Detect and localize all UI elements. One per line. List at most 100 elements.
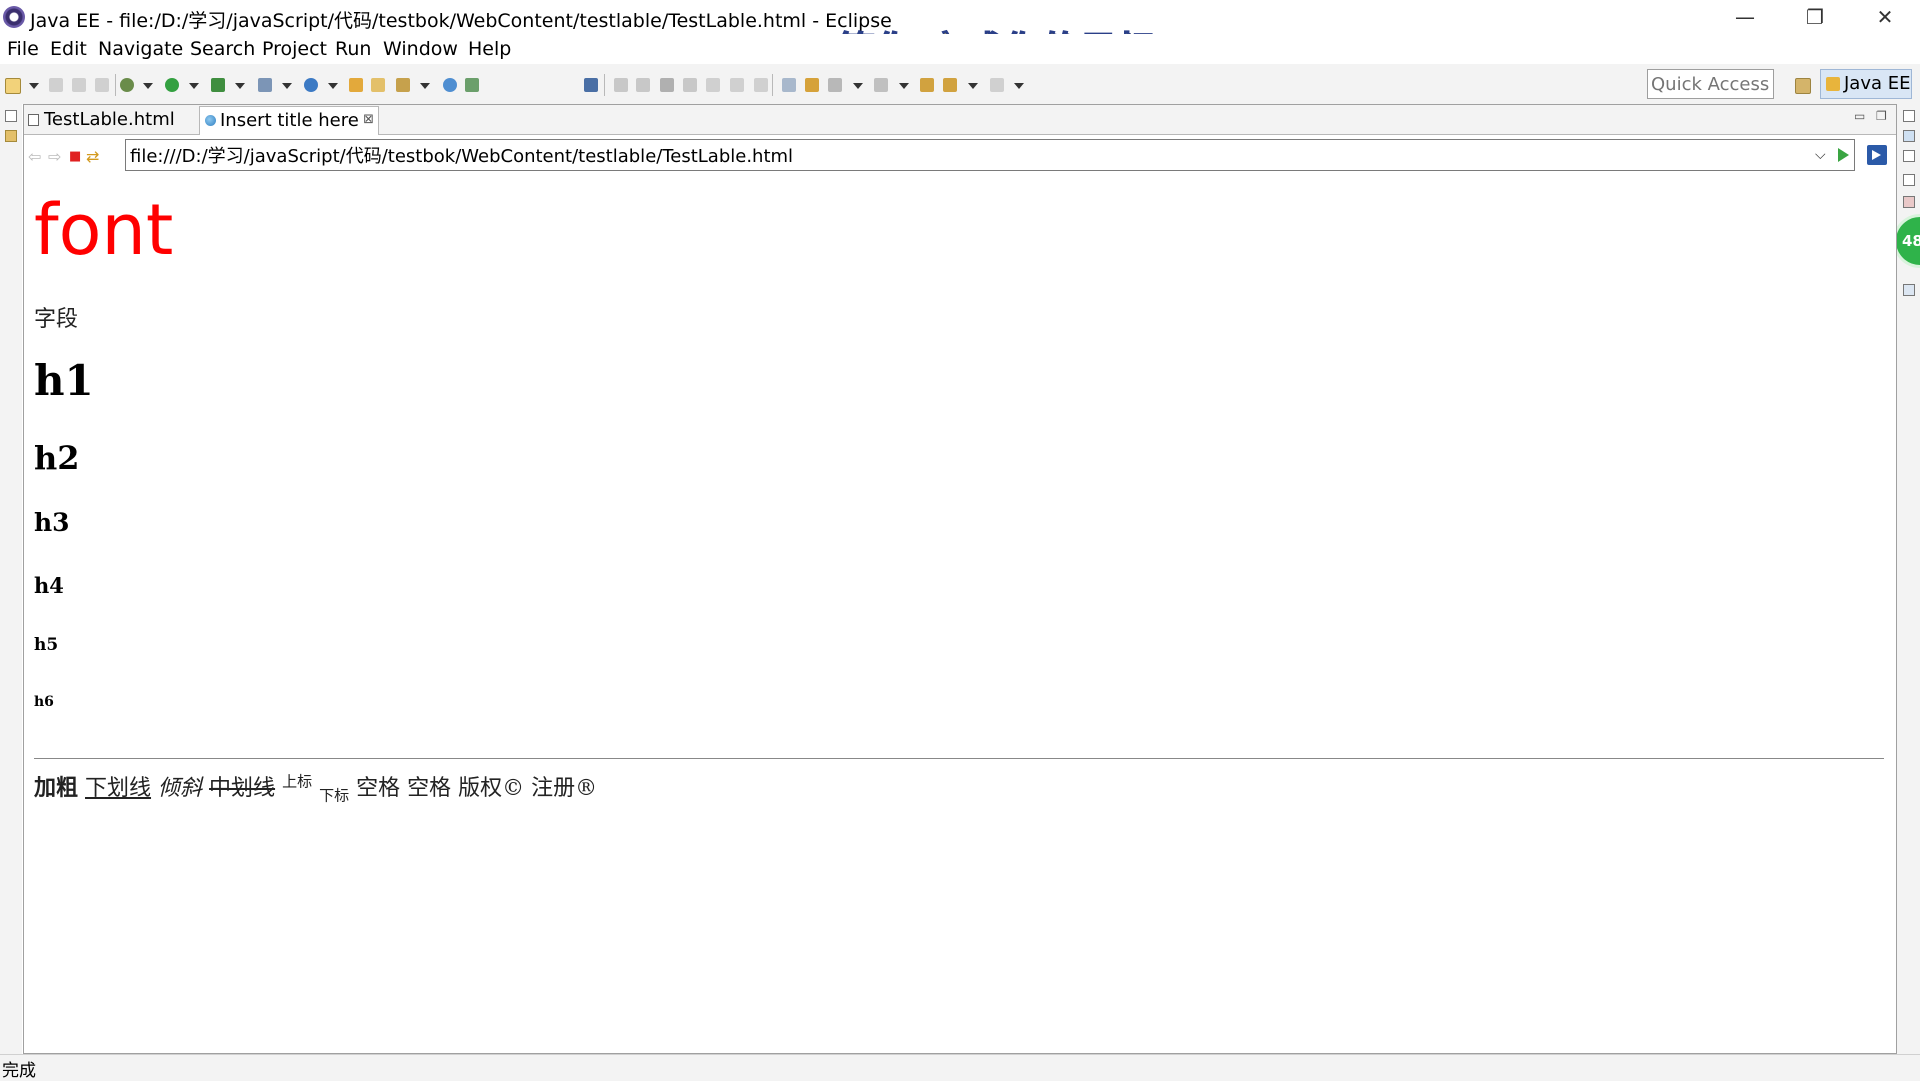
back-icon[interactable]: [920, 78, 934, 92]
menu-edit[interactable]: Edit: [50, 38, 87, 60]
subscript-text: 下标: [319, 786, 350, 805]
external-tools-icon[interactable]: [211, 78, 225, 92]
strikethrough-text: 中划线: [209, 776, 276, 801]
heading-h4: h4: [34, 573, 64, 598]
link-icon[interactable]: [465, 78, 479, 92]
space-text: 空格: [356, 776, 401, 801]
web-browser-icon[interactable]: [443, 78, 457, 92]
refresh-icon[interactable]: ⇄: [86, 149, 99, 165]
tab-insert-title-here[interactable]: Insert title here ⊠: [199, 106, 379, 135]
status-text: 完成: [2, 1061, 36, 1081]
editor-tab-bar: TestLable.html Insert title here ⊠ ▭ ❐: [24, 105, 1896, 135]
project-explorer-icon[interactable]: [5, 130, 17, 142]
server-dropdown-icon[interactable]: [282, 83, 292, 89]
minimize-button[interactable]: —: [1710, 0, 1780, 34]
open-external-browser-icon[interactable]: [1867, 145, 1887, 165]
menu-run[interactable]: Run: [335, 38, 371, 60]
back-history-icon[interactable]: [943, 78, 957, 92]
save-all-icon[interactable]: [72, 78, 86, 92]
pin-icon[interactable]: [584, 78, 598, 92]
suspend-icon[interactable]: [636, 78, 650, 92]
open-perspective-icon[interactable]: [1795, 78, 1811, 94]
terminate-icon[interactable]: [660, 78, 674, 92]
restore-view-icon[interactable]: [1903, 110, 1915, 122]
menu-navigate[interactable]: Navigate: [98, 38, 183, 60]
superscript-text: 上标: [282, 772, 313, 791]
search-tool-icon[interactable]: [396, 78, 410, 92]
toggle-word-wrap-icon[interactable]: [782, 78, 796, 92]
underline-text: 下划线: [85, 776, 152, 801]
resume-icon[interactable]: [614, 78, 628, 92]
menu-window[interactable]: Window: [383, 38, 458, 60]
java-ee-perspective-button[interactable]: Java EE: [1820, 69, 1912, 99]
new-class-icon[interactable]: [304, 78, 318, 92]
quick-access-input[interactable]: [1647, 69, 1774, 99]
back-arrow-icon[interactable]: ⇦: [28, 149, 41, 165]
browser-navigation-bar: ⇦ ⇨ ■ ⇄ ⌵: [24, 135, 1896, 175]
heading-h3: h3: [34, 508, 70, 537]
outline-icon[interactable]: [1903, 130, 1915, 142]
debug-dropdown-icon[interactable]: [143, 83, 153, 89]
print-icon[interactable]: [95, 78, 109, 92]
field-paragraph: 字段: [34, 307, 79, 332]
run-icon[interactable]: [165, 78, 179, 92]
main-toolbar: [0, 64, 1920, 104]
external-tools-dropdown-icon[interactable]: [235, 83, 245, 89]
debug-icon[interactable]: [120, 78, 134, 92]
last-edit-dropdown-icon[interactable]: [899, 83, 909, 89]
tab-testlable-html[interactable]: TestLable.html: [24, 106, 199, 134]
heading-h2: h2: [34, 439, 80, 477]
url-history-dropdown-icon[interactable]: ⌵: [1815, 147, 1826, 163]
menu-file[interactable]: File: [7, 38, 39, 60]
restore-button[interactable]: ❐: [1780, 0, 1850, 34]
annotation-next-icon[interactable]: [805, 78, 819, 92]
annotation-prev-icon[interactable]: [828, 78, 842, 92]
back-dropdown-icon[interactable]: [968, 83, 978, 89]
forward-arrow-icon[interactable]: ⇨: [48, 149, 61, 165]
class-dropdown-icon[interactable]: [328, 83, 338, 89]
run-dropdown-icon[interactable]: [189, 83, 199, 89]
step-over-icon[interactable]: [730, 78, 744, 92]
restore-view-icon[interactable]: [1903, 174, 1915, 186]
bold-text: 加粗: [34, 775, 79, 801]
eclipse-icon: [3, 6, 25, 28]
toolbar-separator: [115, 74, 116, 96]
problems-icon[interactable]: [1903, 196, 1915, 208]
stop-icon[interactable]: ■: [69, 149, 81, 165]
open-task-icon[interactable]: [371, 78, 385, 92]
menu-project[interactable]: Project: [262, 38, 327, 60]
last-edit-icon[interactable]: [874, 78, 888, 92]
save-icon[interactable]: [49, 78, 63, 92]
restore-view-icon[interactable]: [5, 110, 17, 122]
close-tab-icon[interactable]: ⊠: [363, 112, 374, 127]
annotation-dropdown-icon[interactable]: [853, 83, 863, 89]
new-server-icon[interactable]: [258, 78, 272, 92]
new-dropdown-icon[interactable]: [29, 83, 39, 89]
new-icon[interactable]: [5, 78, 21, 94]
disconnect-icon[interactable]: [683, 78, 697, 92]
heading-h1: h1: [34, 356, 94, 405]
forward-icon[interactable]: [990, 78, 1004, 92]
close-button[interactable]: ✕: [1850, 0, 1920, 34]
minimize-view-icon[interactable]: ▭: [1854, 109, 1865, 123]
forward-dropdown-icon[interactable]: [1014, 83, 1024, 89]
toolbar-separator: [604, 74, 605, 96]
url-input[interactable]: [125, 139, 1855, 171]
window-title: Java EE - file:/D:/学习/javaScript/代码/test…: [30, 10, 892, 32]
editor-area: TestLable.html Insert title here ⊠ ▭ ❐ ⇦…: [23, 104, 1897, 1054]
menu-help[interactable]: Help: [468, 38, 511, 60]
browser-globe-icon: [205, 115, 216, 126]
heading-h6: h6: [34, 694, 54, 710]
step-into-icon[interactable]: [706, 78, 720, 92]
search-dropdown-icon[interactable]: [420, 83, 430, 89]
task-list-icon[interactable]: [1903, 150, 1915, 162]
open-type-icon[interactable]: [349, 78, 363, 92]
step-return-icon[interactable]: [754, 78, 768, 92]
go-icon[interactable]: [1838, 148, 1849, 162]
maximize-view-icon[interactable]: ❐: [1876, 109, 1887, 123]
horizontal-rule: [34, 758, 1884, 759]
servers-icon[interactable]: [1903, 284, 1915, 296]
red-font-text: font: [34, 189, 174, 271]
left-trim-bar: [0, 104, 22, 1054]
menu-search[interactable]: Search: [190, 38, 255, 60]
